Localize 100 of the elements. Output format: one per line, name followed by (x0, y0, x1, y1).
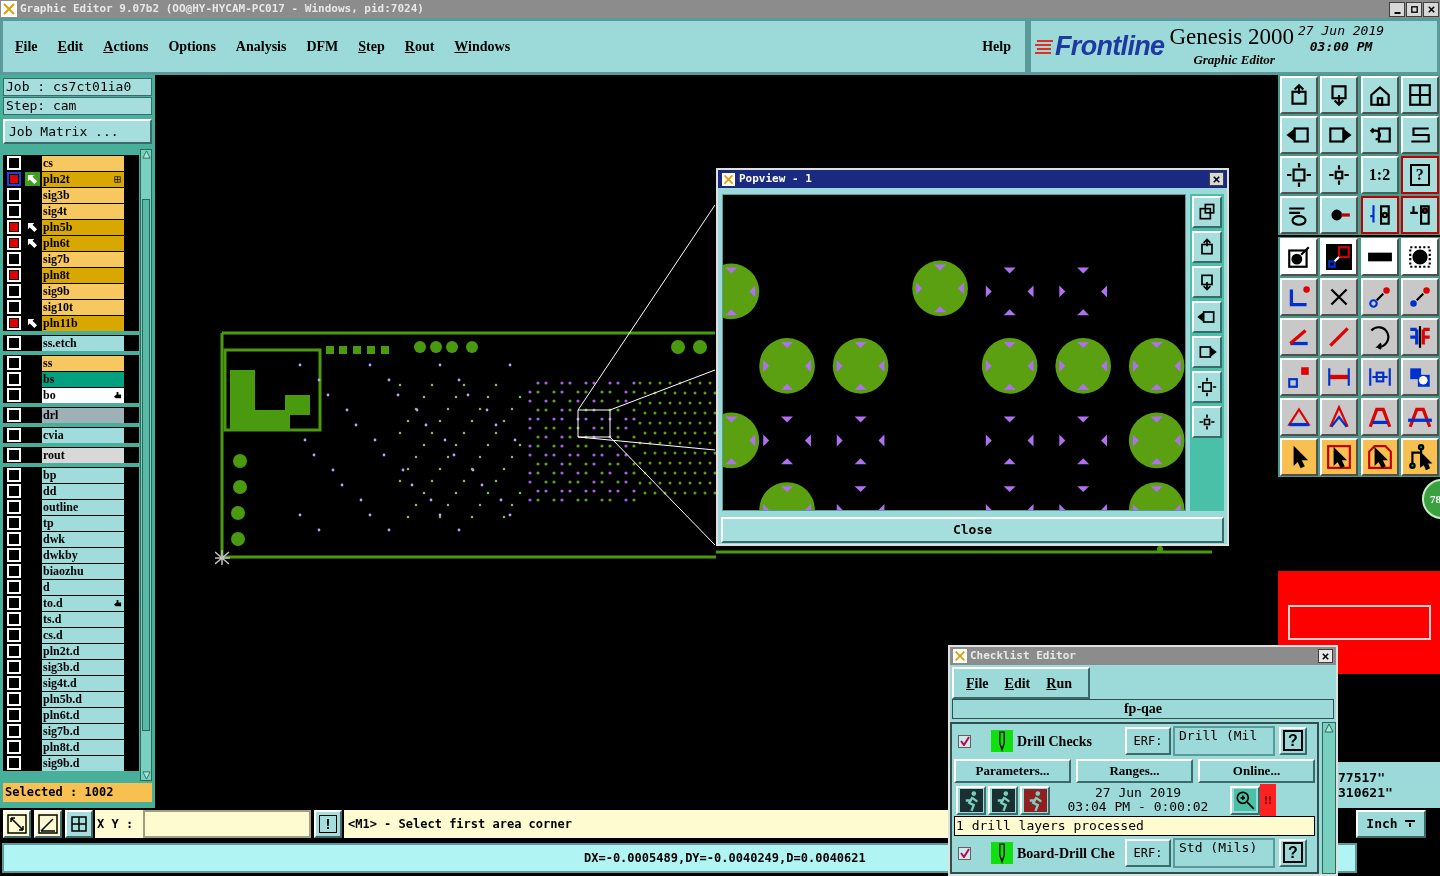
view-tool-button[interactable] (1192, 336, 1222, 368)
layer-name[interactable]: dd (42, 483, 124, 499)
layer-name[interactable]: pln6t (42, 235, 124, 251)
zoom-out-icon (1197, 377, 1217, 397)
product-name: Genesis 2000 (1169, 23, 1294, 50)
layer-name[interactable]: cs (42, 155, 124, 171)
layer-name[interactable]: biaozhu (42, 563, 124, 579)
layer-checkbox[interactable] (7, 172, 21, 186)
layer-name[interactable]: pln2t (42, 171, 124, 187)
erf-field[interactable]: Drill (Mil (1173, 726, 1275, 756)
layer-name[interactable]: ts.d (42, 611, 124, 627)
help-button[interactable]: ? (1279, 839, 1307, 867)
layer-name[interactable]: sig3b.d (42, 659, 124, 675)
header-date: 27 Jun 2019 (1298, 23, 1385, 39)
layer-name[interactable]: to.d (42, 595, 124, 611)
units-button[interactable]: Inch (1356, 810, 1426, 838)
zoom-button[interactable] (1230, 785, 1260, 815)
run-button[interactable] (956, 785, 986, 815)
layer-name[interactable]: ss.etch (42, 335, 124, 351)
coordinate-readout: 310621" (1338, 785, 1394, 800)
layer-name[interactable]: sig9b (42, 283, 124, 299)
menu-item[interactable]: DFM (306, 36, 339, 57)
minimize-button[interactable] (1389, 1, 1405, 17)
view-tool-button[interactable] (1192, 406, 1222, 438)
tool-button[interactable] (1360, 196, 1399, 234)
layer-name[interactable]: dwk (42, 531, 124, 547)
layer-name[interactable]: tp (42, 515, 124, 531)
app-icon (1, 1, 17, 17)
status-badge: 78 (1422, 479, 1440, 519)
scale-button[interactable]: 1:2 (1360, 156, 1399, 194)
help-button[interactable]: ? (1279, 727, 1307, 755)
check-icon (959, 848, 970, 858)
layer-name[interactable]: sig3b (42, 187, 124, 203)
scrollbar[interactable] (140, 149, 152, 781)
close-button[interactable]: Close (721, 517, 1224, 543)
view-tool-button[interactable] (1192, 301, 1222, 333)
alert-button[interactable]: ! (314, 810, 342, 838)
layer-name[interactable]: sig7b (42, 251, 124, 267)
layer-name[interactable]: pln8t.d (42, 739, 124, 755)
layer-name[interactable]: pln2t.d (42, 643, 124, 659)
erf-field[interactable]: Std (Mils) (1173, 838, 1275, 868)
layer-name[interactable]: dwkby (42, 547, 124, 563)
run-button[interactable] (988, 785, 1018, 815)
layer-name[interactable]: sig4t (42, 203, 124, 219)
job-matrix-button[interactable]: Job Matrix ... (3, 119, 152, 144)
menu-item[interactable]: Edit (1004, 672, 1031, 694)
close-button[interactable] (1423, 1, 1439, 17)
popview-title: Popview - 1 (739, 170, 812, 187)
menu-item[interactable]: File (15, 36, 38, 57)
layer-name[interactable]: pln5b.d (42, 691, 124, 707)
layer-name[interactable]: cvia (42, 427, 124, 443)
menu-item[interactable]: Step (358, 36, 385, 57)
layer-name[interactable]: bo (42, 387, 124, 403)
menu-item[interactable]: Actions (103, 36, 149, 57)
layer-name[interactable]: rout (42, 447, 124, 463)
menu-item[interactable]: File (966, 672, 989, 694)
layer-name[interactable]: sig10t (42, 299, 124, 315)
menu-item[interactable]: Windows (454, 36, 511, 57)
grid-icon (114, 175, 121, 183)
tool-button[interactable] (1400, 196, 1439, 234)
close-button[interactable] (1318, 649, 1333, 663)
view-tool-button[interactable] (1192, 196, 1222, 228)
help-button[interactable]: ? (1400, 156, 1439, 194)
minimize-icon (1393, 11, 1401, 14)
layer-name[interactable]: d (42, 579, 124, 595)
view-tool-button[interactable] (1192, 371, 1222, 403)
restore-icon (1409, 4, 1419, 14)
layer-name[interactable]: pln6t.d (42, 707, 124, 723)
layer-name[interactable]: sig4t.d (42, 675, 124, 691)
menu-item[interactable]: Run (1046, 672, 1072, 694)
layer-name[interactable]: bs (42, 371, 124, 387)
menu-item[interactable]: Help (982, 36, 1011, 57)
menu-item[interactable]: Options (168, 36, 216, 57)
view-tool-button[interactable] (1192, 231, 1222, 263)
coordinate-input[interactable] (143, 810, 311, 838)
menu-item[interactable]: Edit (57, 36, 84, 57)
layer-name[interactable]: sig9b.d (42, 755, 124, 771)
layer-name[interactable]: pln11b (42, 315, 124, 331)
layer-name[interactable]: pln5b (42, 219, 124, 235)
run-button[interactable] (1020, 785, 1050, 815)
close-button[interactable] (1209, 172, 1224, 186)
layer-name[interactable]: cs.d (42, 627, 124, 643)
layer-name[interactable]: drl (42, 407, 124, 423)
scrollbar[interactable] (1322, 722, 1336, 874)
scroll-up-icon (1324, 723, 1334, 733)
layer-name[interactable]: sig7b.d (42, 723, 124, 739)
layer-name[interactable]: bp (42, 467, 124, 483)
action-button[interactable]: Ranges... (1076, 759, 1193, 783)
action-button[interactable]: Online... (1198, 759, 1315, 783)
layer-name[interactable]: outline (42, 499, 124, 515)
layer-name[interactable]: ss (42, 355, 124, 371)
action-button[interactable]: Parameters... (954, 759, 1071, 783)
restore-button[interactable] (1406, 1, 1422, 17)
layer-name[interactable]: pln8t (42, 267, 124, 283)
menu-item[interactable]: Analysis (235, 36, 287, 57)
run-date: 27 Jun 2019 (1094, 786, 1182, 800)
checkbox[interactable] (958, 734, 971, 748)
menu-item[interactable]: Rout (404, 36, 435, 57)
checkbox[interactable] (958, 846, 971, 860)
view-tool-button[interactable] (1192, 266, 1222, 298)
